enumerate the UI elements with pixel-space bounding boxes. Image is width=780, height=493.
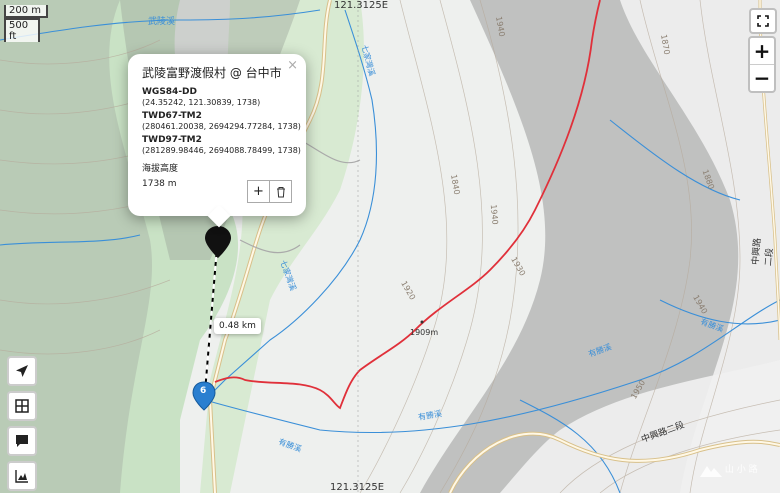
scale-imperial: 500 ft: [4, 18, 40, 42]
zoom-in-button[interactable]: +: [750, 38, 774, 64]
zoom-out-button[interactable]: −: [750, 64, 774, 91]
road-label: 中興路二段: [751, 237, 776, 267]
fullscreen-icon[interactable]: [749, 8, 777, 34]
longitude-label-top: 121.3125E: [334, 0, 389, 11]
popup-actions: +: [247, 180, 292, 203]
scale-metric: 200 m: [4, 5, 48, 18]
locate-icon[interactable]: [7, 356, 37, 386]
location-popup: × 武陵富野渡假村 @ 台中市 WGS84-DD (24.35242, 121.…: [128, 54, 306, 228]
twd97-label: TWD97-TM2: [142, 135, 202, 145]
comment-icon[interactable]: [7, 426, 37, 456]
trash-icon[interactable]: [270, 180, 292, 203]
close-icon[interactable]: ×: [287, 58, 298, 73]
elevation-label: 海拔高度: [142, 164, 179, 174]
distance-tooltip: 0.48 km: [214, 318, 261, 334]
popup-title: 武陵富野渡假村 @ 台中市: [142, 66, 282, 80]
map-canvas[interactable]: 1940 1940 1870 1880 1930 1840 1920 1940 …: [0, 0, 780, 493]
twd97-value: (281289.98446, 2694088.78499, 1738): [142, 146, 301, 155]
longitude-label-bottom: 121.3125E: [330, 482, 385, 493]
stream-label: 武陵溪: [148, 17, 176, 27]
wgs-label: WGS84-DD: [142, 87, 197, 97]
contour-label: 1940: [488, 203, 500, 226]
twd67-value: (280461.20038, 2694294.77284, 1738): [142, 122, 301, 131]
watermark-logo: 山 小 路: [700, 462, 758, 477]
peak-label: 1909m: [410, 328, 439, 337]
watermark-text: 山 小 路: [724, 465, 758, 475]
twd67-label: TWD67-TM2: [142, 111, 202, 121]
plus-icon[interactable]: +: [247, 180, 270, 203]
scale-bar: 200 m 500 ft: [4, 5, 48, 42]
peak-point: [420, 320, 424, 324]
map-base: [0, 0, 780, 493]
waypoint-number: 6: [200, 386, 207, 396]
layers-icon[interactable]: [7, 391, 37, 421]
wgs-value: (24.35242, 121.30839, 1738): [142, 98, 261, 107]
elevation-chart-icon[interactable]: [7, 461, 37, 491]
zoom-control: + −: [748, 36, 776, 93]
